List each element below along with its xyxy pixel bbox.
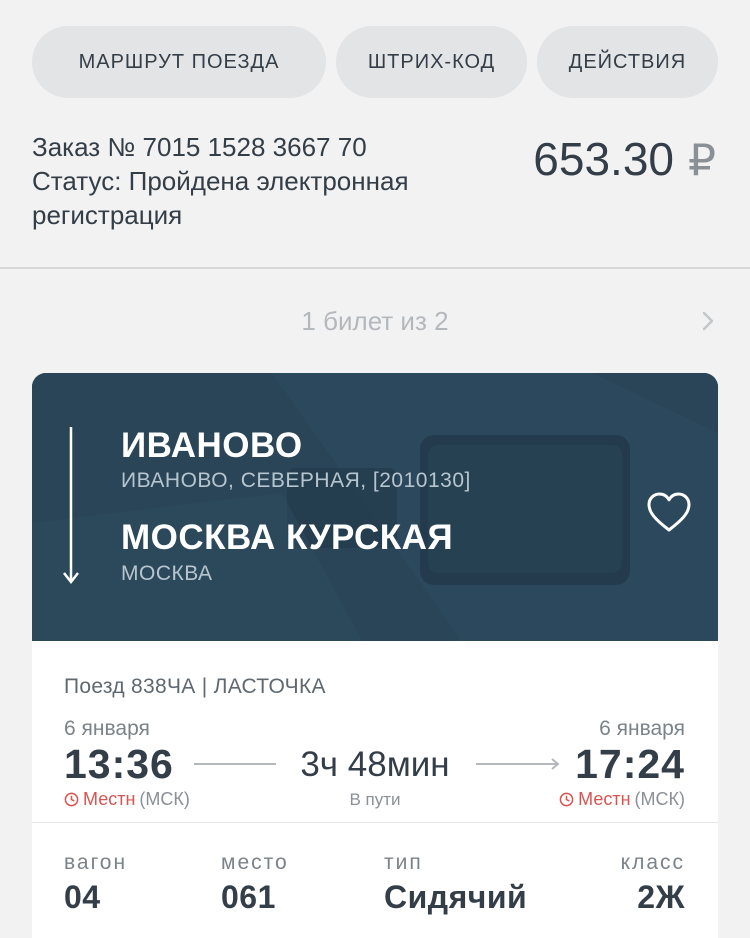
order-number: Заказ № 7015 1528 3667 70 bbox=[32, 132, 367, 162]
arrival-date: 6 января bbox=[599, 717, 685, 740]
departure-timezone: Местн (МСК) bbox=[64, 789, 190, 810]
arrival-timezone: Местн (МСК) bbox=[559, 789, 685, 810]
ticket-card: ИВАНОВО ИВАНОВО, СЕВЕРНАЯ, [2010130] МОС… bbox=[32, 373, 718, 938]
train-interior-background bbox=[32, 373, 718, 641]
departure-date: 6 января bbox=[64, 717, 150, 740]
details-divider bbox=[32, 822, 718, 823]
heart-icon[interactable] bbox=[646, 491, 692, 535]
section-divider bbox=[0, 267, 750, 269]
arrival-tz-suffix: (МСК) bbox=[634, 789, 685, 809]
car-label: вагон bbox=[64, 851, 128, 874]
barcode-button[interactable]: ШТРИХ-КОД bbox=[336, 26, 527, 98]
seat-label: место bbox=[221, 851, 289, 874]
type-label: тип bbox=[384, 851, 423, 874]
arrival-station: МОСКВА КУРСКАЯ bbox=[121, 518, 454, 557]
duration-arrow-icon bbox=[476, 758, 560, 770]
departure-tz-label: Местн bbox=[83, 789, 136, 809]
seat-value: 061 bbox=[221, 879, 276, 915]
class-label: класс bbox=[620, 851, 685, 874]
action-bar: МАРШРУТ ПОЕЗДА ШТРИХ-КОД ДЕЙСТВИЯ bbox=[32, 26, 718, 98]
route-header: ИВАНОВО ИВАНОВО, СЕВЕРНАЯ, [2010130] МОС… bbox=[32, 373, 718, 641]
departure-station-detail: ИВАНОВО, СЕВЕРНАЯ, [2010130] bbox=[121, 469, 471, 492]
class-value: 2Ж bbox=[637, 879, 685, 915]
chevron-right-icon[interactable] bbox=[698, 306, 718, 336]
trip-duration: 3ч 48мин bbox=[300, 745, 450, 784]
ticket-pager-label: 1 билет из 2 bbox=[301, 306, 449, 336]
arrival-tz-label: Местн bbox=[578, 789, 631, 809]
type-value: Сидячий bbox=[384, 879, 528, 915]
price-amount: 653.30 bbox=[533, 133, 674, 185]
train-info: Поезд 838ЧА | ЛАСТОЧКА bbox=[64, 675, 326, 698]
departure-station: ИВАНОВО bbox=[121, 426, 303, 465]
departure-tz-suffix: (МСК) bbox=[139, 789, 190, 809]
actions-button[interactable]: ДЕЙСТВИЯ bbox=[537, 26, 718, 98]
order-info: Заказ № 7015 1528 3667 70 Статус: Пройде… bbox=[32, 130, 492, 232]
currency-symbol: ₽ bbox=[688, 136, 716, 185]
car-value: 04 bbox=[64, 879, 101, 915]
order-price: 653.30 ₽ bbox=[533, 132, 716, 186]
train-route-button[interactable]: МАРШРУТ ПОЕЗДА bbox=[32, 26, 326, 98]
order-status: Статус: Пройдена электронная регистрация bbox=[32, 166, 409, 230]
clock-icon bbox=[64, 792, 79, 807]
arrival-station-detail: МОСКВА bbox=[121, 562, 213, 585]
route-direction-arrow-icon bbox=[63, 427, 79, 585]
clock-icon bbox=[559, 792, 574, 807]
